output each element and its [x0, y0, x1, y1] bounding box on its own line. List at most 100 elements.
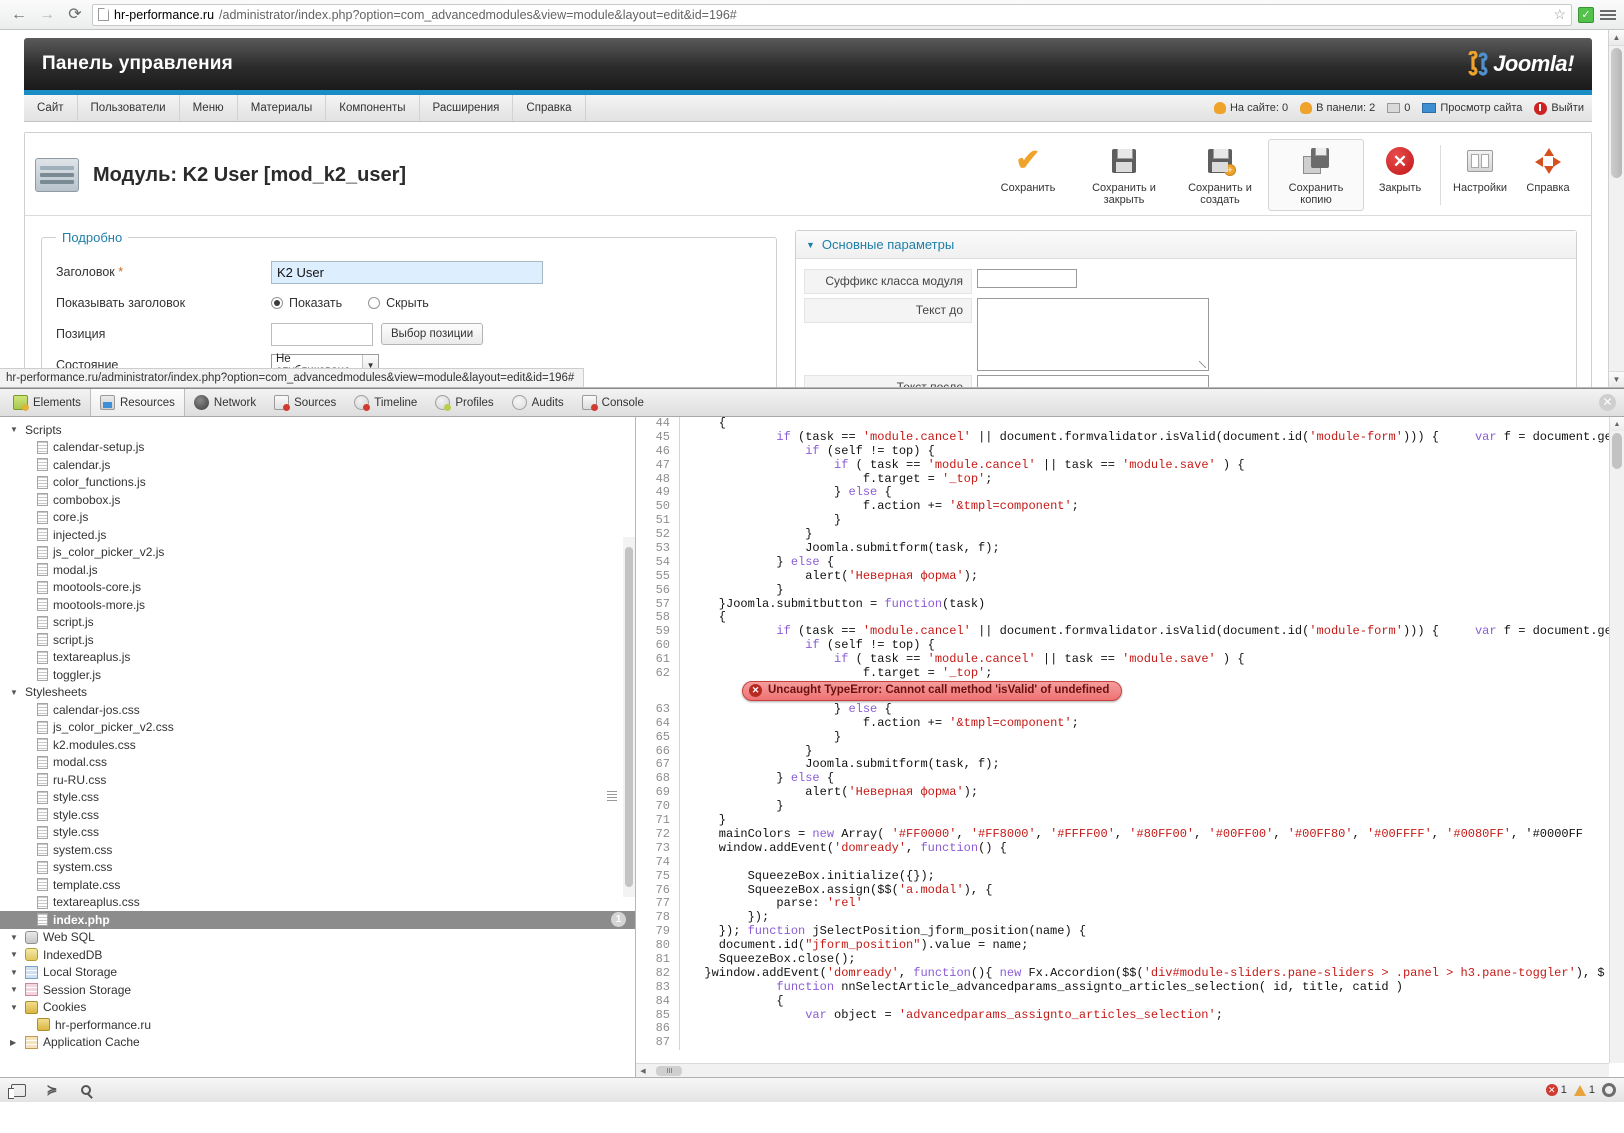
tree-item-row[interactable]: ▼ Cookies: [0, 999, 635, 1017]
tree-item-row[interactable]: js_color_picker_v2.js: [0, 544, 635, 562]
extension-icon[interactable]: [1578, 6, 1594, 23]
tree-item-row[interactable]: hr-performance.ru: [0, 1016, 635, 1034]
code-scroll-thumb[interactable]: [1612, 433, 1622, 469]
back-button[interactable]: ←: [8, 4, 30, 26]
tree-group-row[interactable]: ▼ Stylesheets: [0, 684, 635, 702]
close-devtools-icon[interactable]: ✕: [1599, 394, 1616, 411]
chevron-down-icon[interactable]: ▼: [10, 985, 20, 994]
tree-item-row[interactable]: core.js: [0, 509, 635, 527]
address-bar[interactable]: hr-performance.ru/administrator/index.ph…: [92, 3, 1572, 26]
tab-resources[interactable]: Resources: [89, 389, 185, 416]
menu-item-content[interactable]: Материалы: [238, 95, 327, 121]
page-vertical-scrollbar[interactable]: ▲ ▼: [1608, 30, 1624, 387]
text-after-textarea[interactable]: [977, 375, 1209, 387]
tab-sources[interactable]: Sources: [265, 389, 345, 416]
save-and-close-button[interactable]: Сохранить и закрыть: [1076, 139, 1172, 211]
options-button[interactable]: Настройки: [1445, 139, 1515, 211]
tree-item-row[interactable]: style.css: [0, 789, 635, 807]
select-position-button[interactable]: Выбор позиции: [381, 323, 484, 345]
tree-item-row[interactable]: mootools-more.js: [0, 596, 635, 614]
show-title-show-option[interactable]: Показать: [271, 296, 342, 310]
chevron-right-icon[interactable]: ▶: [10, 1038, 20, 1047]
code-scroll-up-arrow[interactable]: ▲: [1610, 417, 1624, 431]
preview-site-link[interactable]: Просмотр сайта: [1422, 102, 1522, 114]
save-button[interactable]: ✔ Сохранить: [980, 139, 1076, 211]
browser-menu-icon[interactable]: [1600, 9, 1616, 20]
tree-item-row[interactable]: calendar.js: [0, 456, 635, 474]
show-title-hide-option[interactable]: Скрыть: [368, 296, 429, 310]
code-content[interactable]: { if (task == 'module.cancel' || documen…: [680, 417, 1624, 1050]
menu-item-extensions[interactable]: Расширения: [420, 95, 514, 121]
status-messages[interactable]: 0: [1387, 102, 1410, 114]
scroll-thumb[interactable]: [1611, 48, 1622, 178]
tree-item-row[interactable]: system.css: [0, 859, 635, 877]
tree-item-row[interactable]: mootools-core.js: [0, 579, 635, 597]
search-icon[interactable]: [76, 1081, 96, 1099]
scroll-down-arrow[interactable]: ▼: [1609, 371, 1624, 387]
tree-item-row[interactable]: toggler.js: [0, 666, 635, 684]
tree-item-row[interactable]: script.js: [0, 614, 635, 632]
tree-item-row[interactable]: style.css: [0, 824, 635, 842]
tree-item-row[interactable]: color_functions.js: [0, 474, 635, 492]
chevron-down-icon[interactable]: ▼: [10, 950, 20, 959]
code-vertical-scrollbar[interactable]: ▲: [1609, 417, 1624, 1063]
scroll-up-arrow[interactable]: ▲: [1609, 30, 1624, 46]
menu-item-menus[interactable]: Меню: [180, 95, 238, 121]
chevron-down-icon[interactable]: ▼: [10, 688, 20, 697]
text-before-textarea[interactable]: [977, 298, 1209, 371]
tab-elements[interactable]: Elements: [4, 389, 90, 416]
chevron-down-icon[interactable]: ▼: [10, 968, 20, 977]
tree-item-row[interactable]: combobox.js: [0, 491, 635, 509]
code-horizontal-scrollbar[interactable]: ◀: [636, 1063, 1609, 1077]
tree-item-row[interactable]: ▼ Web SQL: [0, 929, 635, 947]
tab-profiles[interactable]: Profiles: [426, 389, 502, 416]
chevron-down-icon[interactable]: ▼: [10, 933, 20, 942]
chevron-down-icon[interactable]: ▼: [10, 425, 20, 434]
tree-scrollbar[interactable]: [623, 537, 635, 897]
error-counter[interactable]: ✕ 1: [1545, 1084, 1567, 1096]
help-button[interactable]: Справка: [1515, 139, 1581, 211]
class-suffix-input[interactable]: [977, 269, 1077, 288]
save-and-new-button[interactable]: + Сохранить и создать: [1172, 139, 1268, 211]
tab-audits[interactable]: Audits: [503, 389, 573, 416]
bookmark-star-icon[interactable]: ☆: [1553, 6, 1566, 23]
tree-item-row[interactable]: k2.modules.css: [0, 736, 635, 754]
menu-item-help[interactable]: Справка: [513, 95, 586, 121]
menu-item-components[interactable]: Компоненты: [326, 95, 420, 121]
code-hscroll-thumb[interactable]: [656, 1065, 682, 1076]
code-scroll-left-arrow[interactable]: ◀: [636, 1067, 650, 1075]
menu-item-site[interactable]: Сайт: [24, 95, 78, 121]
title-input[interactable]: [271, 260, 543, 284]
tree-item-row[interactable]: js_color_picker_v2.css: [0, 719, 635, 737]
tab-timeline[interactable]: Timeline: [345, 389, 426, 416]
forward-button[interactable]: →: [36, 4, 58, 26]
tree-item-row[interactable]: calendar-setup.js: [0, 439, 635, 457]
gear-icon[interactable]: [1602, 1083, 1616, 1097]
tree-item-row[interactable]: modal.css: [0, 754, 635, 772]
dock-icon[interactable]: [7, 1081, 28, 1099]
tree-item-row[interactable]: injected.js: [0, 526, 635, 544]
tree-item-row[interactable]: ▼ IndexedDB: [0, 946, 635, 964]
tab-console[interactable]: Console: [573, 389, 653, 416]
tree-item-row[interactable]: textareaplus.js: [0, 649, 635, 667]
tree-item-row[interactable]: ru-RU.css: [0, 771, 635, 789]
save-as-copy-button[interactable]: Сохранить копию: [1268, 139, 1364, 211]
tree-item-row[interactable]: calendar-jos.css: [0, 701, 635, 719]
console-drawer-icon[interactable]: ≽: [42, 1081, 62, 1099]
close-button[interactable]: ✕ Закрыть: [1364, 139, 1436, 211]
tree-group-row[interactable]: ▼ Scripts: [0, 421, 635, 439]
position-input[interactable]: [271, 322, 373, 346]
tree-item-row[interactable]: textareaplus.css: [0, 894, 635, 912]
menu-item-users[interactable]: Пользователи: [78, 95, 180, 121]
reload-button[interactable]: ⟳: [64, 4, 86, 26]
tree-item-row[interactable]: script.js: [0, 631, 635, 649]
tree-item-row[interactable]: index.php 1: [0, 911, 635, 929]
uncaught-error-bubble[interactable]: ✕ Uncaught TypeError: Cannot call method …: [742, 680, 1123, 701]
tree-item-row[interactable]: modal.js: [0, 561, 635, 579]
basic-params-header[interactable]: ▼ Основные параметры: [796, 231, 1576, 259]
tree-item-row[interactable]: template.css: [0, 876, 635, 894]
chevron-down-icon[interactable]: ▼: [10, 1003, 20, 1012]
tree-item-row[interactable]: ▼ Local Storage: [0, 964, 635, 982]
tab-network[interactable]: Network: [185, 389, 265, 416]
panel-resize-handle[interactable]: [607, 787, 617, 805]
